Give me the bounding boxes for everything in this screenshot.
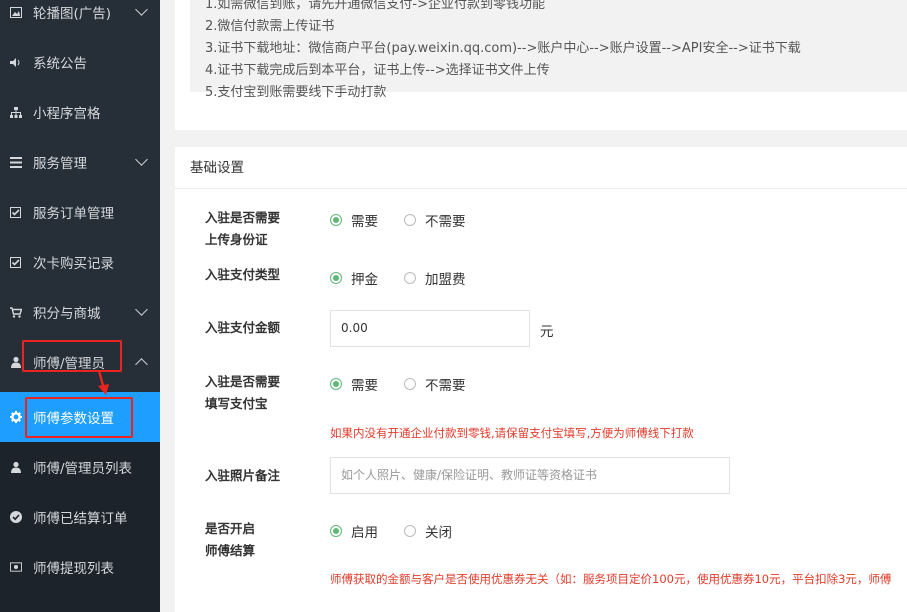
notice-line: 4.证书下载完成后到本平台，证书上传-->选择证书文件上传 — [205, 63, 550, 78]
sidebar-item-label: 小程序宫格 — [33, 106, 101, 122]
volume-icon — [10, 56, 22, 68]
alipay-label: 入驻是否需要 填写支付宝 — [205, 371, 280, 415]
radio-unchecked-icon — [404, 272, 416, 284]
photo-note-input[interactable]: 如个人照片、健康/保险证明、教师证等资格证书 — [330, 457, 730, 494]
checkbox-icon — [10, 256, 22, 268]
pay-amount-label: 入驻支付金额 — [205, 320, 281, 335]
gear-icon — [10, 411, 22, 423]
sidebar-item-announcement[interactable]: 系统公告 — [0, 37, 160, 87]
chevron-down-icon — [135, 3, 148, 16]
chevron-up-icon — [135, 358, 148, 371]
alipay-radio-yes[interactable]: 需要 — [330, 374, 378, 394]
image-icon — [10, 6, 22, 18]
pay-amount-unit: 元 — [540, 324, 554, 340]
sidebar-item-points-mall[interactable]: 积分与商城 — [0, 287, 160, 337]
radio-checked-icon — [330, 525, 342, 537]
notice-line: 3.证书下载地址：微信商户平台(pay.weixin.qq.com)-->账户中… — [205, 41, 801, 56]
radio-label: 需要 — [351, 378, 378, 394]
main-content: 1.如需微信到账，请先开通微信支付->企业付款到零钱功能 2.微信付款需上传证书… — [160, 0, 907, 612]
annotation-box — [25, 397, 133, 438]
radio-label: 启用 — [351, 525, 378, 541]
sidebar-item-label: 轮播图(广告) — [33, 6, 112, 22]
annotation-arrow-icon — [97, 370, 109, 395]
cart-icon — [10, 306, 22, 318]
radio-checked-icon — [330, 272, 342, 284]
settle-radio-on[interactable]: 启用 — [330, 521, 378, 541]
label-line: 上传身份证 — [205, 232, 268, 247]
checkbox-icon — [10, 206, 22, 218]
sidebar-item-label: 服务管理 — [33, 156, 87, 172]
sidebar-item-label: 次卡购买记录 — [33, 256, 114, 272]
sidebar-item-settled-orders[interactable]: 师傅已结算订单 — [0, 492, 160, 542]
chevron-down-icon — [135, 153, 148, 166]
pay-type-label: 入驻支付类型 — [205, 267, 281, 282]
notice-line: 5.支付宝到账需要线下手动打款 — [205, 85, 387, 100]
radio-label: 押金 — [351, 272, 378, 288]
radio-label: 需要 — [351, 214, 378, 230]
user-icon — [10, 356, 22, 368]
sidebar-item-service-orders[interactable]: 服务订单管理 — [0, 187, 160, 237]
label-line: 是否开启 — [205, 521, 256, 536]
sidebar-item-withdraw-list[interactable]: 师傅提现列表 — [0, 542, 160, 592]
user-icon — [10, 461, 22, 473]
sidebar-item-banner[interactable]: 轮播图(广告) — [0, 0, 160, 37]
radio-label: 不需要 — [425, 378, 466, 394]
notice-line: 2.微信付款需上传证书 — [205, 19, 335, 34]
notice-card: 1.如需微信到账，请先开通微信支付->企业付款到零钱功能 2.微信付款需上传证书… — [175, 0, 907, 130]
id-card-radio-yes[interactable]: 需要 — [330, 210, 378, 230]
sidebar-item-label: 师傅/管理员列表 — [33, 461, 133, 477]
radio-label: 关闭 — [425, 525, 452, 541]
settle-tip: 师傅获取的金额与客户是否使用优惠券无关（如：服务项目定价100元，使用优惠券10… — [330, 572, 892, 586]
radio-label: 加盟费 — [425, 272, 466, 288]
sidebar-item-card-purchase[interactable]: 次卡购买记录 — [0, 237, 160, 287]
label-line: 入驻是否需要 — [205, 374, 281, 389]
sidebar-item-more — [0, 592, 160, 612]
pay-amount-input[interactable]: 0.00 — [330, 310, 530, 347]
notice-box: 1.如需微信到账，请先开通微信支付->企业付款到零钱功能 2.微信付款需上传证书… — [190, 0, 907, 100]
sidebar-item-label: 系统公告 — [33, 56, 87, 72]
radio-checked-icon — [330, 378, 342, 390]
basic-settings-card: 基础设置 入驻是否需要 上传身份证 需要 不需要 入驻支付类型 押金 加盟费 入… — [175, 147, 907, 612]
check-circle-icon — [10, 511, 22, 523]
annotation-box — [22, 340, 122, 372]
pay-type-radio-franchise[interactable]: 加盟费 — [404, 268, 466, 288]
pay-type-radio-deposit[interactable]: 押金 — [330, 268, 378, 288]
radio-label: 不需要 — [425, 214, 466, 230]
id-card-radio-no[interactable]: 不需要 — [404, 210, 466, 230]
radio-unchecked-icon — [404, 378, 416, 390]
radio-unchecked-icon — [404, 214, 416, 226]
card-title: 基础设置 — [175, 147, 907, 189]
id-card-label: 入驻是否需要 上传身份证 — [205, 207, 280, 251]
sidebar-item-label: 服务订单管理 — [33, 206, 114, 222]
radio-checked-icon — [330, 214, 342, 226]
radio-unchecked-icon — [404, 525, 416, 537]
sidebar-item-grid[interactable]: 小程序宫格 — [0, 87, 160, 137]
label-line: 填写支付宝 — [205, 396, 268, 411]
sitemap-icon — [10, 106, 22, 118]
alipay-radio-no[interactable]: 不需要 — [404, 374, 466, 394]
sidebar-item-master-list[interactable]: 师傅/管理员列表 — [0, 442, 160, 492]
sidebar: 轮播图(广告) 系统公告 小程序宫格 服务管理 服务订单管理 次卡购买记录 积分… — [0, 0, 160, 612]
list-icon — [10, 156, 22, 168]
label-line: 师傅结算 — [205, 543, 256, 558]
chevron-down-icon — [135, 303, 148, 316]
sidebar-item-label: 师傅已结算订单 — [33, 511, 128, 527]
sidebar-item-label: 师傅提现列表 — [33, 561, 114, 577]
settle-label: 是否开启 师傅结算 — [205, 518, 255, 562]
settle-radio-off[interactable]: 关闭 — [404, 521, 452, 541]
money-icon — [10, 561, 22, 573]
alipay-tip: 如果内没有开通企业付款到零钱,请保留支付宝填写,方便为师傅线下打款 — [330, 426, 694, 440]
sidebar-item-label: 积分与商城 — [33, 306, 101, 322]
photo-note-label: 入驻照片备注 — [205, 468, 281, 483]
notice-line: 1.如需微信到账，请先开通微信支付->企业付款到零钱功能 — [205, 0, 545, 12]
label-line: 入驻是否需要 — [205, 210, 281, 225]
sidebar-item-service[interactable]: 服务管理 — [0, 137, 160, 187]
